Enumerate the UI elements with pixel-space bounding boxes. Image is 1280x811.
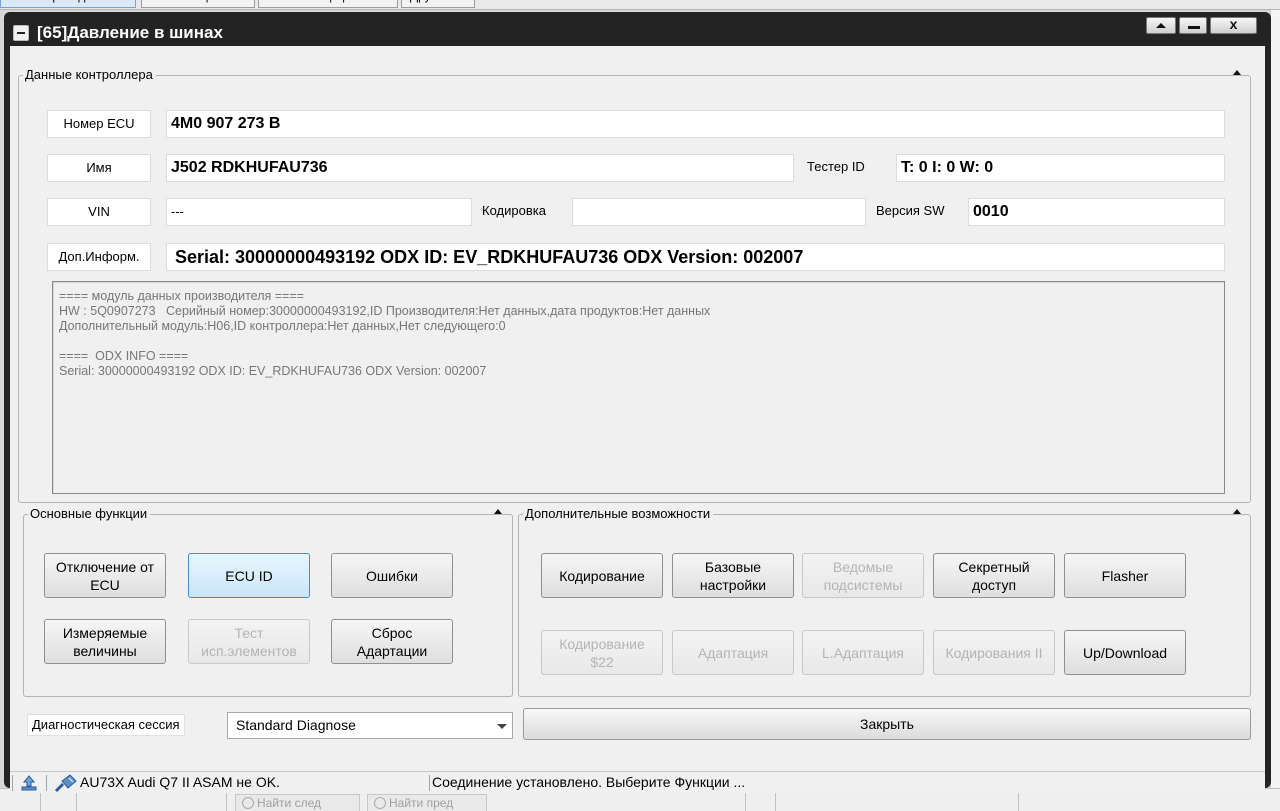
ecu-number-value: 4M0 907 273 B [166,110,1225,138]
coding-label: Кодировка [482,203,546,218]
info-line: ==== ODX INFO ==== [59,349,189,363]
window-client-area: Данные контроллера Номер ECU 4M0 907 273… [10,46,1265,793]
disconnect-ecu-button[interactable]: Отключение от ECU [44,553,166,598]
vin-value: --- [166,198,472,226]
background-tab-strip: Блоки привода Блоки Инфот Блоки Комфорта… [0,0,1280,10]
extra-info-value: Serial: 30000000493192 ODX ID: EV_RDKHUF… [166,243,1225,271]
collapse-icon[interactable] [490,509,502,514]
tester-id-label: Тестер ID [807,159,865,174]
ecu-number-label: Номер ECU [47,110,151,138]
diagnostic-session-value: Standard Diagnose [236,717,356,733]
basic-functions-group: Основные функции [23,506,513,697]
actuator-test-button[interactable]: Тест исп.элементов [188,619,310,664]
coding-2-button[interactable]: Кодирования II [933,630,1055,675]
bg-find-next-button[interactable]: Найти след [235,794,360,811]
triangle-up-icon [1156,23,1166,28]
info-line: ==== модуль данных производителя ==== [59,289,304,303]
basic-settings-button[interactable]: Базовые настройки [672,553,794,598]
sw-version-value: 0010 [968,198,1225,226]
ecu-id-button[interactable]: ECU ID [188,553,310,598]
info-line: Serial: 30000000493192 ODX ID: EV_RDKHUF… [59,364,487,378]
bg-tab-comfort[interactable]: Блоки Комфорта [258,0,398,8]
chevron-down-icon[interactable] [497,724,507,729]
status-separator [12,775,13,791]
coding-22-button[interactable]: Кодирование $22 [541,630,663,675]
status-bar: AU73X Audi Q7 II ASAM не OK. Соединение … [10,771,1265,793]
bg-tab-info[interactable]: Блоки Инфот [141,0,255,8]
name-value: J502 RDKHUFAU736 [166,154,794,182]
window-title: [65]Давление в шинах [37,23,223,42]
status-message-text: Соединение установлено. Выберите Функции… [432,774,746,790]
bg-tab-other[interactable]: Другое [401,0,475,8]
info-memo[interactable]: ==== модуль данных производителя ==== HW… [52,281,1225,494]
up-download-button[interactable]: Up/Download [1064,630,1186,675]
errors-button[interactable]: Ошибки [331,553,453,598]
window-rollup-button[interactable] [1146,17,1176,34]
vin-label: VIN [47,198,151,226]
window-close-button[interactable]: x [1210,16,1257,34]
search-icon [242,797,254,809]
extra-info-label: Доп.Информ. [47,243,151,271]
background-right-edge [1270,10,1280,788]
minimize-icon [1188,26,1200,29]
controller-group-title: Данные контроллера [23,67,156,83]
reset-adaptation-button[interactable]: Сброс Адартации [331,619,453,664]
extra-group-title: Дополнительные возможности [523,506,714,522]
plug-icon [54,774,77,793]
close-button[interactable]: Закрыть [523,708,1251,740]
window-titlebar[interactable]: [65]Давление в шинах x [4,12,1271,46]
info-line: Дополнительный модуль:H06,ID контроллера… [59,319,506,333]
slave-subsystems-button[interactable]: Ведомые подсистемы [802,553,924,598]
upload-icon[interactable] [20,774,38,792]
info-line: HW : 5Q0907273 Серийный номер:3000000049… [59,304,711,318]
ecu-window: [65]Давление в шинах x Данные контроллер… [4,12,1271,793]
bg-tab-drive[interactable]: Блоки привода [0,0,136,8]
secret-access-button[interactable]: Секретный доступ [933,553,1055,598]
close-icon: x [1229,16,1238,32]
name-label: Имя [47,154,151,182]
basic-group-title: Основные функции [28,506,151,522]
status-separator [429,775,430,791]
diagnostic-session-select[interactable]: Standard Diagnose [227,712,513,739]
coding-value [572,198,866,226]
adaptation-button[interactable]: Адаптация [672,630,794,675]
l-adaptation-button[interactable]: L.Адаптация [802,630,924,675]
status-device-text: AU73X Audi Q7 II ASAM не OK. [80,774,280,790]
flasher-button[interactable]: Flasher [1064,553,1186,598]
window-menu-icon[interactable] [13,25,29,41]
tester-id-value: T: 0 I: 0 W: 0 [896,154,1225,182]
window-minimize-button[interactable] [1179,17,1207,34]
bg-find-prev-button[interactable]: Найти пред [367,794,487,811]
info-line [59,334,1218,349]
status-separator [46,775,47,791]
coding-button[interactable]: Кодирование [541,553,663,598]
search-icon [374,797,386,809]
sw-version-label: Версия SW [876,203,945,218]
collapse-icon[interactable] [1229,70,1241,75]
diagnostic-session-label: Диагностическая сессия [27,714,185,736]
measured-values-button[interactable]: Измеряемые величины [44,619,166,664]
collapse-icon[interactable] [1229,509,1241,514]
